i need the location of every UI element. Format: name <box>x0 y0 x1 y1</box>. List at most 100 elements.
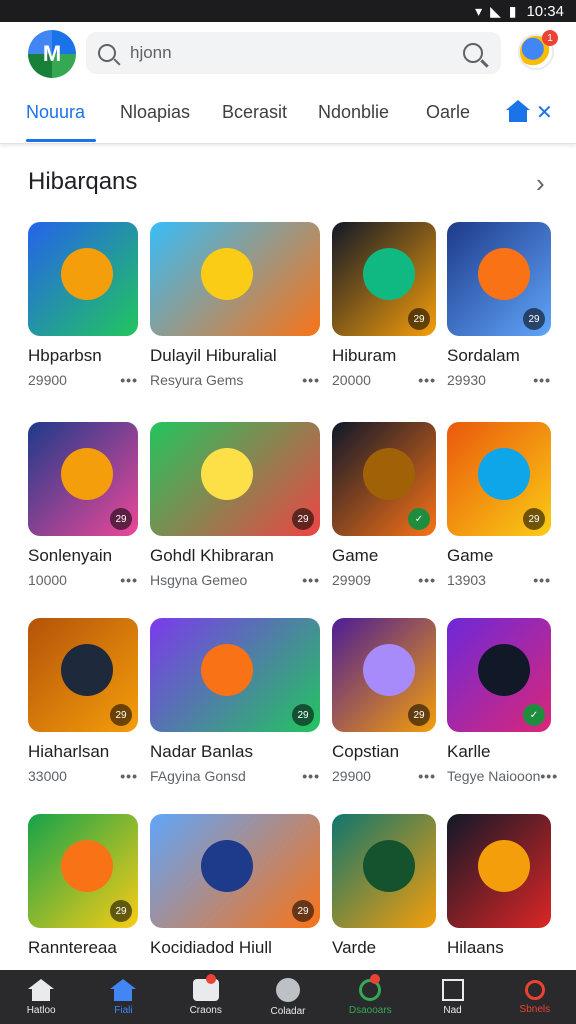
app-card[interactable]: 29 Kocidiadod Hiull <box>150 814 320 958</box>
app-title: Varde <box>332 938 377 957</box>
app-subtitle: 29900 <box>332 768 371 784</box>
artwork-character <box>478 248 531 300</box>
app-title: Kocidiadod Hiull <box>150 938 272 957</box>
artwork-character <box>201 448 253 500</box>
circle-icon <box>275 977 300 1002</box>
app-thumbnail[interactable]: 29 <box>28 422 138 536</box>
tab-0[interactable]: Nouura <box>26 102 85 123</box>
app-card[interactable]: Hbparbsn 29900 ••• <box>28 222 138 388</box>
rating-badge: 29 <box>110 900 132 922</box>
app-thumbnail[interactable] <box>28 222 138 336</box>
artwork-character <box>61 644 113 696</box>
artwork-character <box>478 644 531 696</box>
app-thumbnail[interactable]: 29 <box>447 222 551 336</box>
nav-item-1[interactable]: Fiali <box>82 970 164 1024</box>
app-card[interactable]: 29 Copstian 29900 ••• <box>332 618 436 784</box>
app-subtitle-row: 20000 ••• <box>332 372 436 388</box>
app-thumbnail[interactable]: 29 <box>28 618 138 732</box>
more-options-icon[interactable]: ••• <box>540 768 558 784</box>
app-subtitle-row: 29900 ••• <box>28 372 138 388</box>
logo-text: M <box>42 41 62 66</box>
app-card[interactable]: 29 Ranntereaa <box>28 814 138 958</box>
more-options-icon[interactable]: ••• <box>302 768 320 784</box>
nav-item-6[interactable]: Sbnels <box>494 970 576 1024</box>
app-card[interactable]: ✓ Karlle Tegye Naiooon ••• <box>447 618 557 784</box>
app-thumbnail[interactable]: 29 <box>150 422 320 536</box>
more-options-icon[interactable]: ••• <box>418 572 436 588</box>
more-options-icon[interactable]: ••• <box>302 572 320 588</box>
app-thumbnail[interactable]: 29 <box>150 618 320 732</box>
app-subtitle-row: Resyura Gems ••• <box>150 372 320 388</box>
more-options-icon[interactable]: ••• <box>418 372 436 388</box>
artwork-character <box>363 644 416 696</box>
nav-item-2[interactable]: Craons <box>165 970 247 1024</box>
more-options-icon[interactable]: ••• <box>533 372 551 388</box>
nav-item-3[interactable]: Coladar <box>247 970 329 1024</box>
artwork-character <box>363 448 416 500</box>
app-thumbnail[interactable]: 29 <box>28 814 138 928</box>
nav-item-4[interactable]: Dsaooars <box>329 970 411 1024</box>
home-icon <box>110 978 137 1001</box>
more-options-icon[interactable]: ••• <box>418 768 436 784</box>
app-subtitle: Tegye Naiooon <box>447 768 541 784</box>
app-card[interactable]: ✓ Game 29909 ••• <box>332 422 436 588</box>
app-card[interactable]: Dulayil Hiburalial Resyura Gems ••• <box>150 222 320 388</box>
app-card[interactable]: 29 Nadar Banlas FAgyina Gonsd ••• <box>150 618 320 784</box>
close-icon[interactable]: ✕ <box>536 100 553 125</box>
app-card[interactable]: 29 Gohdl Khibraran Hsgyna Gemeo ••• <box>150 422 320 588</box>
app-subtitle-row: 29930 ••• <box>447 372 551 388</box>
status-icons: ▾ ◣ ▮ <box>475 2 519 19</box>
more-options-icon[interactable]: ••• <box>302 372 320 388</box>
more-options-icon[interactable]: ••• <box>533 572 551 588</box>
app-thumbnail[interactable]: 29 <box>332 222 436 336</box>
artwork-character <box>61 840 113 892</box>
rating-badge: 29 <box>110 704 132 726</box>
tab-3[interactable]: Ndonblie <box>318 102 389 123</box>
app-thumbnail[interactable]: ✓ <box>332 422 436 536</box>
more-options-icon[interactable]: ••• <box>120 572 138 588</box>
tab-2[interactable]: Bcerasit <box>222 102 287 123</box>
tab-1[interactable]: Nloapias <box>120 102 190 123</box>
app-title: Ranntereaa <box>28 938 117 957</box>
app-header: M hjonn 1 <box>0 22 576 84</box>
check-icon: ✓ <box>523 704 545 726</box>
app-card[interactable]: 29 Hiburam 20000 ••• <box>332 222 436 388</box>
app-subtitle: FAgyina Gonsd <box>150 768 246 784</box>
app-thumbnail[interactable] <box>150 222 320 336</box>
rating-badge: 29 <box>292 508 314 530</box>
app-thumbnail[interactable]: 29 <box>447 422 551 536</box>
app-subtitle-row: 33000 ••• <box>28 768 138 784</box>
tab-4[interactable]: Oarle <box>426 102 470 123</box>
nav-label: Sbnels <box>519 1003 551 1015</box>
search-input[interactable]: hjonn <box>130 43 463 63</box>
app-card[interactable]: 29 Sordalam 29930 ••• <box>447 222 551 388</box>
search-red-icon <box>524 979 545 1000</box>
rating-badge: 29 <box>292 704 314 726</box>
nav-item-5[interactable]: Nad <box>411 970 493 1024</box>
app-thumbnail[interactable] <box>447 814 551 928</box>
app-logo[interactable]: M <box>28 30 76 78</box>
artwork-character <box>61 448 113 500</box>
app-subtitle-row: 29900 ••• <box>332 768 436 784</box>
home-icon[interactable] <box>506 100 530 122</box>
app-thumbnail[interactable]: 29 <box>332 618 436 732</box>
app-card[interactable]: Varde <box>332 814 436 958</box>
more-options-icon[interactable]: ••• <box>120 372 138 388</box>
status-bar: ▾ ◣ ▮ 10:34 <box>0 0 576 22</box>
avatar[interactable]: 1 <box>518 30 558 70</box>
chevron-right-icon[interactable]: › <box>536 168 545 199</box>
app-thumbnail[interactable]: 29 <box>150 814 320 928</box>
app-thumbnail[interactable]: ✓ <box>447 618 551 732</box>
app-card[interactable]: 29 Sonlenyain 10000 ••• <box>28 422 138 588</box>
more-options-icon[interactable]: ••• <box>120 768 138 784</box>
search-bar[interactable]: hjonn <box>86 32 501 74</box>
app-title: Hiaharlsan <box>28 742 110 761</box>
app-card[interactable]: 29 Game 13903 ••• <box>447 422 551 588</box>
app-card[interactable]: 29 Hiaharlsan 33000 ••• <box>28 618 138 784</box>
app-subtitle: Resyura Gems <box>150 372 244 388</box>
app-card[interactable]: Hilaans <box>447 814 551 958</box>
app-title: Hbparbsn <box>28 346 102 365</box>
search-submit-icon[interactable] <box>463 43 483 63</box>
nav-item-0[interactable]: Hatloo <box>0 970 82 1024</box>
app-thumbnail[interactable] <box>332 814 436 928</box>
